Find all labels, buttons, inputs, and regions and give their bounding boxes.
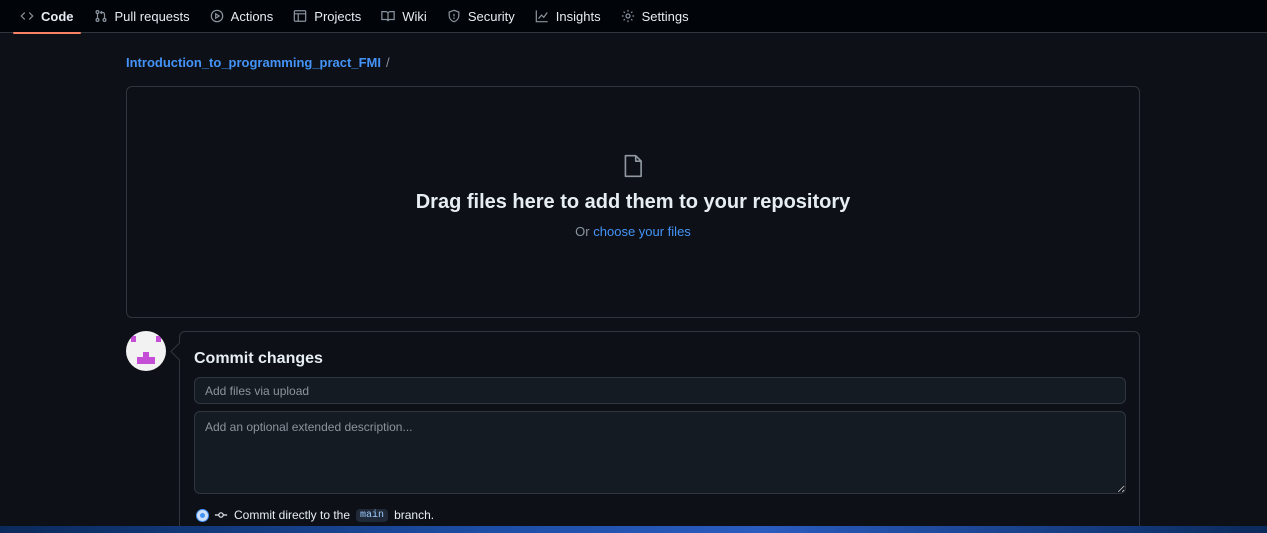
tab-pull-requests[interactable]: Pull requests [87,0,197,33]
book-icon [381,11,396,22]
commit-option-prefix: Commit directly to the [234,508,351,522]
breadcrumb: Introduction_to_programming_pract_FMI / [126,55,390,70]
tab-insights-label: Insights [555,8,601,24]
file-icon [624,154,642,178]
commit-title: Commit changes [194,350,323,367]
gear-icon [621,9,634,23]
drop-zone-subtitle: Or choose your files [575,224,691,239]
tab-projects[interactable]: Projects [286,0,368,33]
tab-settings[interactable]: Settings [614,0,696,33]
avatar[interactable] [126,331,166,371]
play-circle-icon [210,9,223,23]
commit-option-suffix: branch. [394,508,435,522]
tab-projects-label: Projects [314,8,362,24]
commit-description-textarea[interactable] [194,411,1126,494]
taskbar-strip [0,526,1267,533]
tab-wiki[interactable]: Wiki [374,0,434,33]
tab-pull-requests-label: Pull requests [114,8,190,24]
table-icon [293,10,307,22]
tab-security[interactable]: Security [440,0,522,33]
code-icon [20,12,34,20]
graph-icon [535,10,548,23]
drop-zone-title: Drag files here to add them to your repo… [415,191,851,213]
tab-settings-label: Settings [641,8,689,24]
breadcrumb-separator: / [385,55,390,70]
file-drop-zone[interactable]: Drag files here to add them to your repo… [126,86,1140,318]
commit-summary-input[interactable] [194,377,1126,404]
branch-name-badge: main [356,508,389,522]
tab-actions[interactable]: Actions [203,0,281,33]
tab-code[interactable]: Code [13,0,81,34]
commit-directly-radio[interactable] [197,509,208,521]
tab-security-label: Security [467,8,515,24]
commit-directly-option[interactable]: Commit directly to the main branch. [197,508,434,522]
tab-code-label: Code [41,8,74,24]
choose-files-link[interactable]: choose your files [593,224,691,239]
commit-changes-box: Commit changes Commit directly to the ma… [179,331,1140,533]
drop-zone-or-text: Or [575,224,590,239]
tab-wiki-label: Wiki [402,8,427,24]
tab-actions-label: Actions [230,8,274,24]
identicon-image [131,336,161,364]
breadcrumb-repo-link[interactable]: Introduction_to_programming_pract_FMI [126,55,381,70]
shield-icon [448,9,460,23]
git-commit-icon [214,512,228,518]
pull-request-icon [94,10,107,22]
repo-nav: Code Pull requests Actions Projects Wiki… [0,0,1267,34]
tab-insights[interactable]: Insights [528,0,608,33]
